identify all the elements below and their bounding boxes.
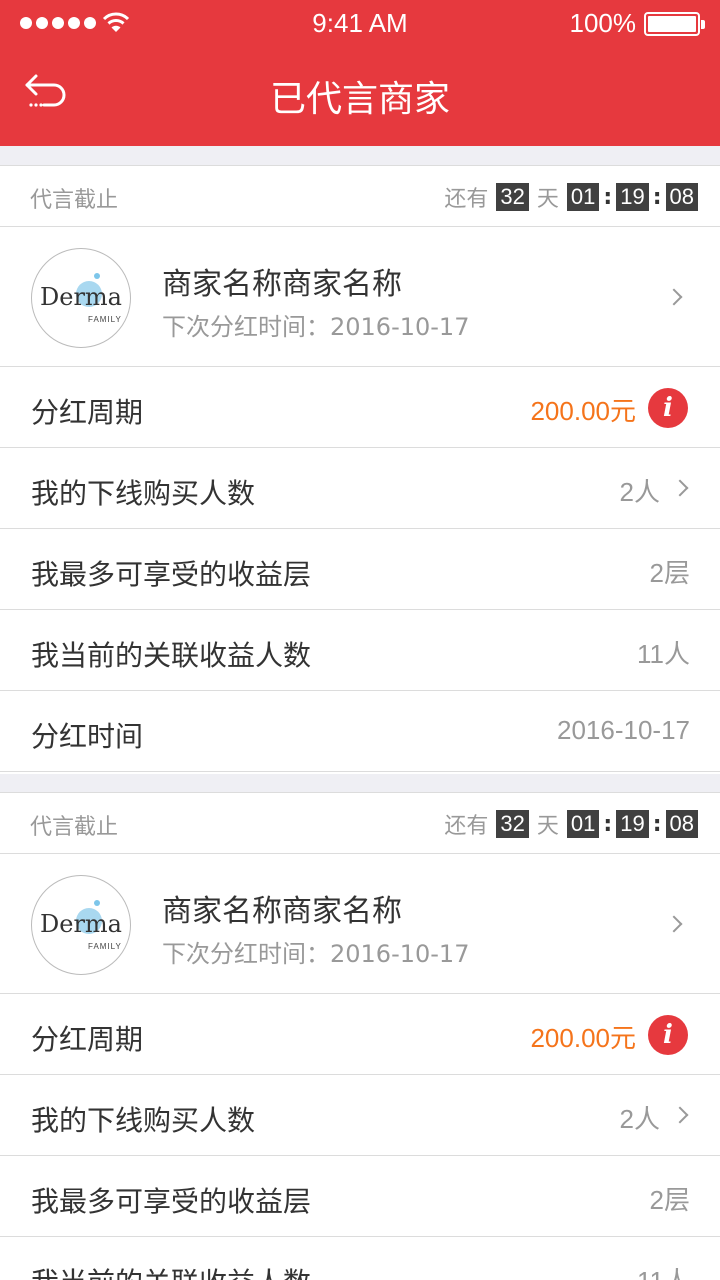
countdown-day-unit: 天 — [536, 814, 559, 839]
row-value: 2层 — [649, 1185, 690, 1215]
countdown-timer: 还有 32 天 01 : 19 : 08 — [444, 181, 698, 213]
merchant-card: 代言截止 还有 32 天 01 : 19 : 08 Derma FAMILY 商… — [0, 165, 720, 774]
row-label: 我的下线购买人数 — [31, 1104, 256, 1137]
deadline-label: 代言截止 — [30, 815, 119, 840]
merchant-logo: Derma FAMILY — [31, 248, 131, 348]
merchant-logo-text: Derma — [40, 283, 122, 311]
row-value: 2层 — [649, 558, 690, 588]
countdown-hours: 01 — [566, 810, 600, 838]
merchant-card: 代言截止 还有 32 天 01 : 19 : 08 Derma FAMILY 商… — [0, 792, 720, 1280]
row-value: 2人 — [619, 1104, 660, 1134]
row-label: 我当前的关联收益人数 — [31, 639, 312, 672]
countdown-seconds: 08 — [665, 183, 698, 211]
linked-earning-people-row: 我当前的关联收益人数 11人 — [0, 610, 720, 691]
page-title: 已代言商家 — [269, 79, 450, 120]
countdown-day-unit: 天 — [536, 187, 559, 212]
row-label: 我最多可享受的收益层 — [31, 558, 312, 591]
merchant-logo-subtext: FAMILY — [88, 315, 122, 324]
next-dividend-time: 下次分红时间：2016-10-17 — [162, 313, 470, 341]
row-value: 2016-10-17 — [557, 715, 690, 745]
back-arrow-icon[interactable] — [22, 72, 78, 118]
merchant-logo-text: Derma — [40, 910, 122, 938]
next-dividend-time: 下次分红时间：2016-10-17 — [162, 940, 470, 968]
info-icon[interactable]: i — [648, 1015, 688, 1055]
chevron-right-icon — [671, 1106, 689, 1124]
linked-earning-people-row: 我当前的关联收益人数 11人 — [0, 1237, 720, 1280]
dividend-amount: 200.00元 — [530, 1023, 636, 1053]
battery-icon — [644, 12, 705, 36]
deadline-label: 代言截止 — [30, 188, 119, 213]
countdown-days: 32 — [496, 810, 529, 838]
countdown-minutes: 19 — [616, 810, 649, 838]
dividend-cycle-row: 分红周期 200.00元 i — [0, 367, 720, 448]
info-icon[interactable]: i — [648, 388, 688, 428]
countdown-separator: : — [652, 811, 662, 837]
countdown-prefix: 还有 — [444, 187, 489, 212]
battery-percentage: 100% — [569, 8, 637, 38]
merchant-logo: Derma FAMILY — [31, 875, 131, 975]
dividend-time-row: 分红时间 2016-10-17 — [0, 691, 720, 772]
row-value: 2人 — [619, 477, 660, 507]
row-value: 11人 — [637, 639, 690, 669]
merchant-name: 商家名称商家名称 — [162, 894, 402, 929]
merchant-logo-subtext: FAMILY — [88, 942, 122, 951]
chevron-right-icon — [671, 479, 689, 497]
countdown-separator: : — [652, 184, 662, 210]
countdown-days: 32 — [496, 183, 529, 211]
countdown-separator: : — [603, 811, 613, 837]
countdown-prefix: 还有 — [444, 814, 489, 839]
merchant-name: 商家名称商家名称 — [162, 267, 402, 302]
row-label: 分红周期 — [31, 1023, 144, 1056]
chevron-right-icon — [665, 915, 683, 933]
downline-buyers-row[interactable]: 我的下线购买人数 2人 — [0, 1075, 720, 1156]
downline-buyers-row[interactable]: 我的下线购买人数 2人 — [0, 448, 720, 529]
dividend-amount: 200.00元 — [530, 396, 636, 426]
status-bar: 9:41 AM 100% — [0, 0, 720, 48]
countdown-minutes: 19 — [616, 183, 649, 211]
countdown-separator: : — [603, 184, 613, 210]
max-earning-levels-row: 我最多可享受的收益层 2层 — [0, 1156, 720, 1237]
merchant-info-row[interactable]: Derma FAMILY 商家名称商家名称 下次分红时间：2016-10-17 — [0, 854, 720, 994]
merchant-info-row[interactable]: Derma FAMILY 商家名称商家名称 下次分红时间：2016-10-17 — [0, 227, 720, 367]
row-label: 我的下线购买人数 — [31, 477, 256, 510]
countdown-seconds: 08 — [665, 810, 698, 838]
max-earning-levels-row: 我最多可享受的收益层 2层 — [0, 529, 720, 610]
countdown-hours: 01 — [566, 183, 600, 211]
navigation-header: 9:41 AM 100% 已代言商家 — [0, 0, 720, 146]
dividend-cycle-row: 分红周期 200.00元 i — [0, 994, 720, 1075]
row-label: 我当前的关联收益人数 — [31, 1261, 311, 1280]
deadline-bar: 代言截止 还有 32 天 01 : 19 : 08 — [0, 165, 720, 227]
row-label: 分红时间 — [31, 720, 144, 753]
row-label: 我最多可享受的收益层 — [31, 1185, 312, 1218]
row-label: 分红周期 — [31, 396, 144, 429]
chevron-right-icon — [665, 288, 683, 306]
row-value: 11人 — [637, 1261, 690, 1280]
deadline-bar: 代言截止 还有 32 天 01 : 19 : 08 — [0, 792, 720, 854]
countdown-timer: 还有 32 天 01 : 19 : 08 — [444, 808, 698, 840]
